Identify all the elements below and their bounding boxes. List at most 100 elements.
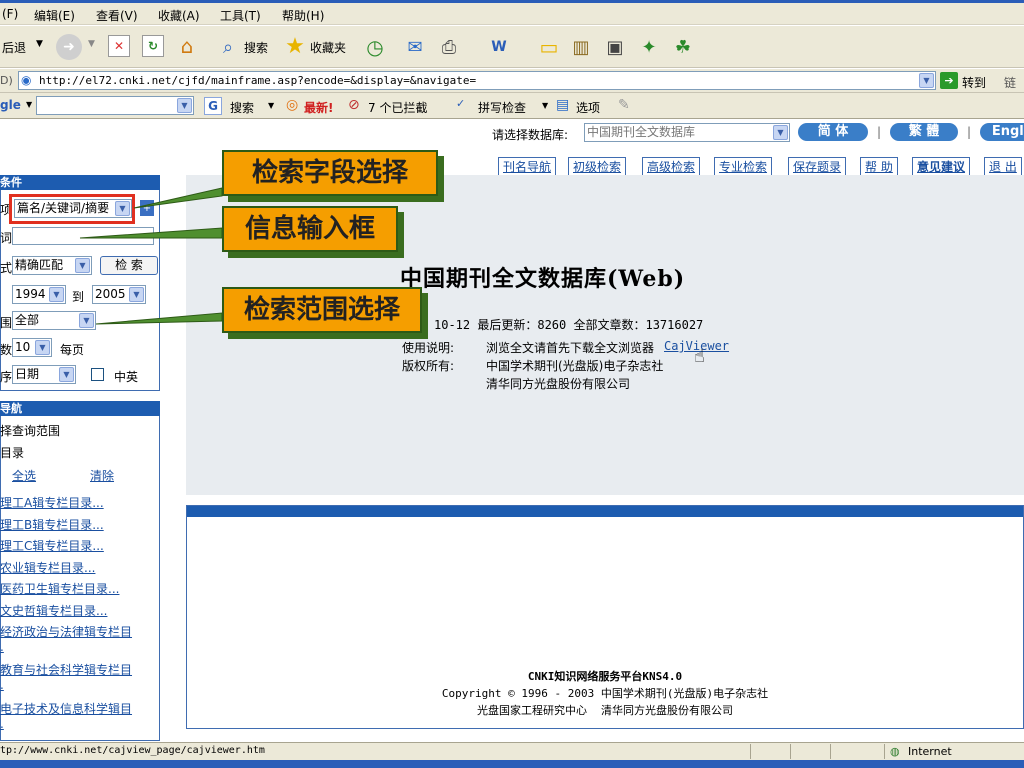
menu-help[interactable]: 帮助(H) — [282, 7, 324, 24]
home-icon[interactable]: ⌂ — [174, 33, 200, 59]
tab-logout[interactable]: 退 出 — [984, 157, 1022, 175]
select-all-link[interactable]: 全选 — [12, 467, 36, 484]
discuss-icon[interactable]: ▭ — [536, 34, 562, 60]
chevron-down-icon[interactable]: ▼ — [115, 201, 130, 216]
search-button[interactable]: 搜索 — [244, 39, 268, 56]
category-link-continued[interactable]: . — [0, 717, 4, 731]
rights-label: 版权所有: — [402, 359, 455, 373]
search-button-left[interactable]: 检 索 — [100, 256, 158, 275]
db-select[interactable]: 中国期刊全文数据库 ▼ — [584, 123, 790, 142]
chevron-down-icon[interactable]: ▼ — [177, 98, 192, 113]
chevron-down-icon[interactable]: ▼ — [59, 367, 74, 382]
chevron-down-icon[interactable]: ▼ — [49, 287, 64, 302]
pencil-icon[interactable]: ✎ — [618, 97, 630, 113]
address-input[interactable]: ◉ http://el72.cnki.net/cjfd/mainframe.as… — [18, 71, 936, 90]
field-select[interactable]: 篇名/关键词/摘要 ▼ — [14, 199, 132, 218]
new-button[interactable]: 最新! — [304, 99, 333, 116]
mail-icon[interactable]: ✉ — [402, 34, 428, 60]
field-select-value: 篇名/关键词/摘要 — [17, 201, 110, 215]
search-icon[interactable]: ⌕ — [215, 34, 241, 60]
menu-favorites[interactable]: 收藏(A) — [158, 7, 200, 24]
tab-feedback[interactable]: 意见建议 — [912, 157, 971, 175]
forward-icon[interactable]: ➜ — [56, 34, 82, 60]
tab-journal-nav[interactable]: 刊名导航 — [498, 157, 557, 175]
year-to-select[interactable]: 2005 ▼ — [92, 285, 146, 304]
nav-header: 导航 — [0, 401, 160, 416]
google-g-icon[interactable]: G — [204, 97, 222, 115]
year-from-select[interactable]: 1994 ▼ — [12, 285, 66, 304]
spell-check-icon: ✓ — [456, 97, 466, 110]
history-icon[interactable]: ◷ — [362, 34, 388, 60]
tab-advanced-search[interactable]: 高级检索 — [642, 157, 701, 175]
category-link[interactable]: 理工A辑专栏目录... — [0, 494, 104, 511]
chevron-down-icon[interactable]: ▼ — [88, 39, 95, 49]
menu-tools[interactable]: 工具(T) — [220, 7, 261, 24]
chevron-down-icon[interactable]: ▼ — [79, 313, 94, 328]
category-link[interactable]: 电子技术及信息科学辑目 — [0, 700, 132, 717]
tab-save-records[interactable]: 保存题录 — [788, 157, 847, 175]
tab-help[interactable]: 帮 助 — [860, 157, 898, 175]
clear-link[interactable]: 清除 — [90, 467, 114, 484]
english-button[interactable]: Engli — [980, 123, 1024, 141]
options-icon: ▤ — [556, 97, 570, 113]
options-button[interactable]: 选项 — [576, 99, 600, 116]
category-link[interactable]: 医药卫生辑专栏目录... — [0, 580, 119, 597]
category-link-continued[interactable]: . — [0, 678, 4, 692]
simplified-button[interactable]: 简 体 — [798, 123, 868, 141]
favorites-button[interactable]: 收藏夹 — [310, 39, 346, 56]
stop-icon[interactable]: ✕ — [108, 35, 130, 57]
range-select[interactable]: 全部 ▼ — [12, 311, 96, 330]
chevron-down-icon[interactable]: ▼ — [129, 287, 144, 302]
chevron-down-icon[interactable]: ▼ — [773, 125, 788, 140]
category-link[interactable]: 理工B辑专栏目录... — [0, 516, 104, 533]
popup-blocked-count[interactable]: 7 个已拦截 — [368, 99, 427, 116]
menu-file[interactable]: (F) — [2, 7, 18, 21]
category-link[interactable]: 文史哲辑专栏目录... — [0, 602, 107, 619]
category-link[interactable]: 教育与社会科学辑专栏目 — [0, 661, 132, 678]
category-link[interactable]: 理工C辑专栏目录... — [0, 537, 104, 554]
print-icon[interactable]: ⎙ — [436, 34, 462, 60]
tab-expert-search[interactable]: 专业检索 — [714, 157, 773, 175]
google-logo[interactable]: gle — [0, 98, 21, 112]
field-add-icon[interactable]: + — [140, 200, 154, 216]
google-search-button[interactable]: 搜索 — [230, 99, 254, 116]
chevron-down-icon[interactable]: ▼ — [542, 101, 548, 110]
tab-basic-search[interactable]: 初级检索 — [568, 157, 627, 175]
chevron-down-icon[interactable]: ▼ — [26, 100, 32, 109]
count-label: 数 — [0, 343, 13, 357]
media-icon[interactable]: ✦ — [636, 34, 662, 60]
go-arrow-icon[interactable]: ➔ — [940, 72, 958, 89]
address-bar: D) ◉ http://el72.cnki.net/cjfd/mainframe… — [0, 69, 1024, 107]
spell-check-button[interactable]: 拼写检查 — [478, 99, 526, 116]
category-link[interactable]: 农业辑专栏目录... — [0, 559, 95, 576]
chevron-down-icon[interactable]: ▼ — [268, 101, 274, 110]
footer-copyright: Copyright © 1996 - 2003 中国学术期刊(光盘版)电子杂志社 — [441, 687, 769, 700]
edit-icon[interactable]: W — [486, 34, 512, 60]
zhongying-checkbox[interactable] — [91, 368, 104, 381]
users-icon[interactable]: ☘ — [670, 34, 696, 60]
chevron-down-icon[interactable]: ▼ — [919, 73, 934, 88]
page-size-select[interactable]: 10 ▼ — [12, 338, 52, 357]
footer-orgs: 光盘国家工程研究中心 清华同方光盘股份有限公司 — [477, 704, 733, 717]
keyword-input[interactable] — [12, 227, 154, 245]
menu-view[interactable]: 查看(V) — [96, 7, 138, 24]
research-icon[interactable]: ▥ — [568, 34, 594, 60]
menu-edit[interactable]: 编辑(E) — [34, 7, 75, 24]
match-mode-select[interactable]: 精确匹配 ▼ — [12, 256, 92, 275]
messenger-icon[interactable]: ▣ — [602, 34, 628, 60]
rights-line-1: 中国学术期刊(光盘版)电子杂志社 — [486, 359, 664, 373]
separator: | — [877, 125, 882, 139]
google-search-input[interactable]: ▼ — [36, 96, 194, 115]
chevron-down-icon[interactable]: ▼ — [35, 340, 50, 355]
sort-select[interactable]: 日期 ▼ — [12, 365, 76, 384]
traditional-button[interactable]: 繁 體 — [890, 123, 958, 141]
category-link-continued[interactable]: . — [0, 640, 4, 654]
go-button[interactable]: 转到 — [962, 74, 986, 91]
back-button[interactable]: 后退 — [2, 39, 26, 56]
chevron-down-icon[interactable]: ▼ — [75, 258, 90, 273]
star-icon[interactable]: ★ — [282, 33, 308, 59]
category-link[interactable]: 经济政治与法律辑专栏目 — [0, 623, 132, 640]
refresh-icon[interactable]: ↻ — [142, 35, 164, 57]
chevron-down-icon[interactable]: ▼ — [36, 39, 43, 49]
conditions-header: 条件 — [0, 175, 160, 190]
